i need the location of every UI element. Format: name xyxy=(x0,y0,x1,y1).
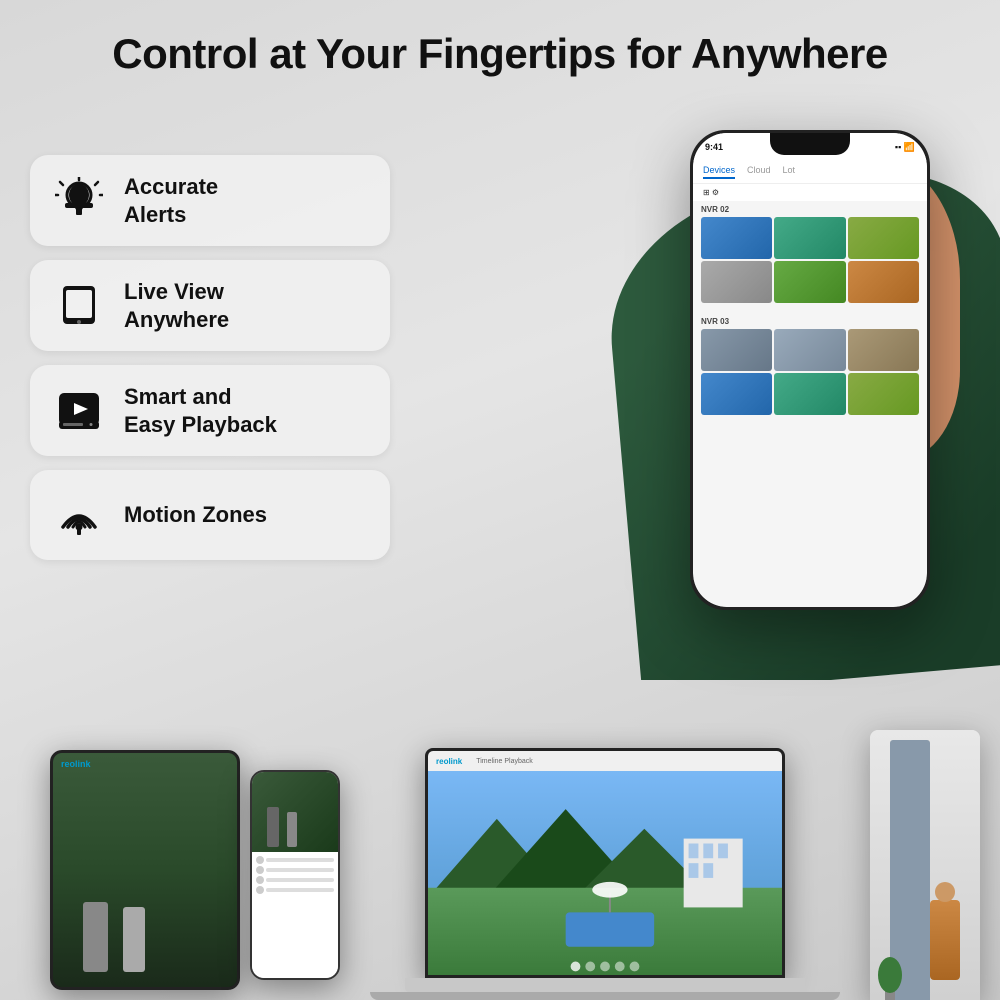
phone-toolbar-text: ⊞ ⚙ xyxy=(703,188,719,197)
phone-section-2: NVR 03 xyxy=(693,313,927,425)
grid-cell-3 xyxy=(848,217,919,259)
phone-notch xyxy=(770,133,850,155)
laptop-nav: Timeline Playback xyxy=(476,758,533,765)
tablet-logo: reolink xyxy=(61,759,91,769)
ctrl-bar-1 xyxy=(266,858,334,862)
ctrl-row-1 xyxy=(256,856,334,864)
devices-container: reolink xyxy=(50,690,980,1000)
feature-smart-playback-label: Smart and Easy Playback xyxy=(124,383,277,438)
ctrl-dot-2 xyxy=(256,866,264,874)
small-phone-controls xyxy=(252,852,338,978)
header: Control at Your Fingertips for Anywhere xyxy=(0,30,1000,78)
feature-smart-playback: Smart and Easy Playback xyxy=(30,365,390,456)
door-person-head xyxy=(935,882,955,902)
phone-container: 9:41 ▪▪ 📶 Devices Cloud Lot ⊞ ⚙ NVR 02 xyxy=(680,130,940,610)
ctrl-dot-3 xyxy=(256,876,264,884)
tablet-scene: reolink xyxy=(53,753,237,987)
small-phone-bottom xyxy=(250,770,340,980)
small-phone-screen xyxy=(252,772,338,978)
grid-cell-4 xyxy=(701,261,772,303)
feature-accurate-alerts-label: Accurate Alerts xyxy=(124,173,218,228)
feature-accurate-alerts: Accurate Alerts xyxy=(30,155,390,246)
feature-motion-zones-label: Motion Zones xyxy=(124,501,267,529)
tablet-mockup: reolink xyxy=(50,750,240,990)
grid-cell-9 xyxy=(848,329,919,371)
ctrl-bar-2 xyxy=(266,868,334,872)
ctrl-dot-4 xyxy=(256,886,264,894)
door-camera-mockup xyxy=(870,730,980,1000)
phone-tab-cloud[interactable]: Cloud xyxy=(747,165,771,179)
laptop-screen: reolink Timeline Playback xyxy=(425,748,785,978)
grid-cell-6 xyxy=(848,261,919,303)
phone-time: 9:41 xyxy=(705,142,723,152)
small-phone-figure-1 xyxy=(267,807,279,847)
door-plant-svg xyxy=(875,940,905,1000)
motion-icon xyxy=(52,488,106,542)
features-list: Accurate Alerts Live View Anywhere xyxy=(30,155,390,560)
phone-screen: 9:41 ▪▪ 📶 Devices Cloud Lot ⊞ ⚙ NVR 02 xyxy=(693,133,927,607)
laptop-main-image xyxy=(428,771,782,975)
phone-section-1: NVR 02 xyxy=(693,201,927,313)
ctrl-row-2 xyxy=(256,866,334,874)
phone-tab-lot[interactable]: Lot xyxy=(783,165,796,179)
laptop-mockup: reolink Timeline Playback xyxy=(350,748,860,1000)
laptop-bottom xyxy=(370,992,840,1000)
phone-grid-2 xyxy=(701,329,919,415)
page-title: Control at Your Fingertips for Anywhere xyxy=(0,30,1000,78)
feature-live-view: Live View Anywhere xyxy=(30,260,390,351)
phone-nvr-label-2: NVR 03 xyxy=(701,317,919,326)
phone-nav-tabs: Devices Cloud Lot xyxy=(693,161,927,184)
grid-cell-8 xyxy=(774,329,845,371)
tablet-figure-2 xyxy=(123,907,145,972)
phone-grid-1 xyxy=(701,217,919,303)
grid-cell-1 xyxy=(701,217,772,259)
phone-tab-devices[interactable]: Devices xyxy=(703,165,735,179)
laptop-scene-svg xyxy=(428,771,782,975)
ctrl-row-4 xyxy=(256,886,334,894)
grid-cell-5 xyxy=(774,261,845,303)
phone-toolbar: ⊞ ⚙ xyxy=(693,184,927,201)
tablet-screen: reolink xyxy=(53,753,237,987)
grid-cell-11 xyxy=(774,373,845,415)
laptop-top-bar: reolink Timeline Playback xyxy=(428,751,782,771)
phone-mockup: 9:41 ▪▪ 📶 Devices Cloud Lot ⊞ ⚙ NVR 02 xyxy=(690,130,930,610)
small-phone-figure-2 xyxy=(287,812,297,847)
tablet-figure-1 xyxy=(83,902,108,972)
grid-cell-7 xyxy=(701,329,772,371)
ctrl-row-3 xyxy=(256,876,334,884)
phone-icons: ▪▪ 📶 xyxy=(895,142,915,153)
laptop-base xyxy=(405,978,805,992)
alert-icon xyxy=(52,174,106,228)
small-phone-top xyxy=(252,772,338,852)
laptop-screen-content: reolink Timeline Playback xyxy=(428,751,782,975)
feature-motion-zones: Motion Zones xyxy=(30,470,390,560)
ctrl-bar-4 xyxy=(266,888,334,892)
phone-nvr-label-1: NVR 02 xyxy=(701,205,919,214)
laptop-logo: reolink xyxy=(436,757,462,766)
door-person-body xyxy=(930,900,960,980)
ctrl-bar-3 xyxy=(266,878,334,882)
grid-cell-2 xyxy=(774,217,845,259)
grid-cell-12 xyxy=(848,373,919,415)
door-scene xyxy=(870,730,980,1000)
feature-live-view-label: Live View Anywhere xyxy=(124,278,229,333)
tablet-icon xyxy=(52,279,106,333)
ctrl-dot-1 xyxy=(256,856,264,864)
grid-cell-10 xyxy=(701,373,772,415)
play-icon xyxy=(52,384,106,438)
